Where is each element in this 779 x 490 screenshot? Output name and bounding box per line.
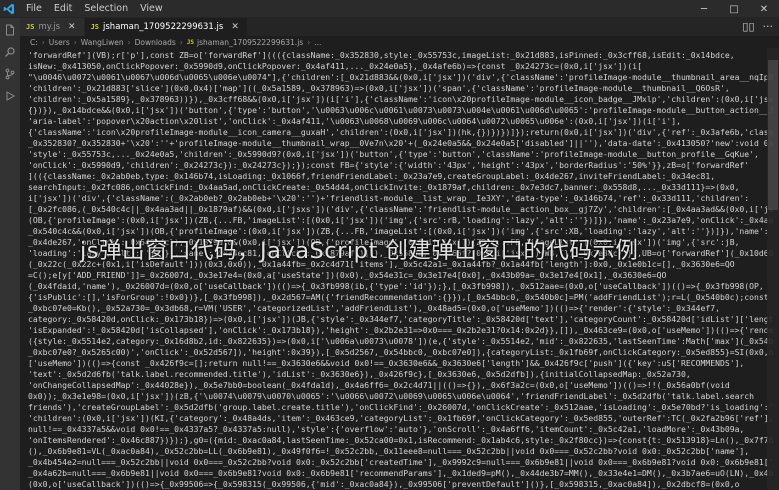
breadcrumb-item[interactable]: Downloads bbox=[135, 38, 176, 47]
tab-jshaman-js[interactable]: JS jshaman_1709522299631.js ✕ bbox=[84, 18, 248, 36]
title-bar: File Edit Selection View ─ □ ✕ bbox=[0, 0, 779, 18]
code-line[interactable]: searchInput:_0x2fc086,onClickFind:_0x4aa… bbox=[28, 182, 773, 193]
tab-bar: JS my.js ✕ JS jshaman_1709522299631.js ✕… bbox=[20, 18, 779, 36]
breadcrumb-item[interactable]: C: bbox=[30, 38, 38, 47]
breadcrumb-item[interactable]: Users bbox=[49, 38, 70, 47]
code-line[interactable]: {'isPublic':[],'isForGroup':!0x0})},[_0x… bbox=[28, 292, 773, 303]
breadcrumb-item[interactable]: jshaman_1709522299631.js bbox=[197, 38, 303, 47]
code-line[interactable]: _0xbc07e0=Kb(),_0x52a730=_0x3db68,r=VM('… bbox=[28, 303, 773, 314]
tab-my-js[interactable]: JS my.js ✕ bbox=[20, 18, 85, 36]
code-line[interactable]: "\u0046\u0072\u0061\u0067\u006d\u0065\u0… bbox=[28, 72, 773, 83]
code-line[interactable]: 'aria-label':'popover\x20action\x20list'… bbox=[28, 116, 773, 127]
breadcrumb-item[interactable]: WangLiwen bbox=[81, 38, 124, 47]
chevron-right-icon: › bbox=[127, 37, 131, 47]
code-line[interactable]: 'forwardRef'](VB);r['p'],const ZB=o['for… bbox=[28, 50, 773, 61]
code-line[interactable]: ](({className:_0x2ab0eb,type:_0x146b74,i… bbox=[28, 171, 773, 182]
code-line[interactable]: 'onClick':_0x5990d9,'children':_0x24273c… bbox=[28, 160, 773, 171]
code-line[interactable]: i['jsx'])('div',{'className':(_0x2ab0eb?… bbox=[28, 193, 773, 204]
maximize-icon[interactable]: □ bbox=[719, 0, 749, 18]
code-line[interactable]: (),_0x6b9e81=VL(_0xac0a84),_0x52c2bb=LL(… bbox=[28, 446, 773, 457]
code-line[interactable]: isNew:_0x413050,onClickPopover:_0x5990d9… bbox=[28, 61, 773, 72]
activity-bar bbox=[0, 18, 20, 490]
run-debug-icon[interactable] bbox=[4, 90, 16, 102]
menu-edit[interactable]: Edit bbox=[48, 0, 78, 18]
explorer-icon[interactable] bbox=[4, 24, 16, 36]
menu-view[interactable]: View bbox=[134, 0, 169, 18]
code-line[interactable]: =C();e[y['ADD_FRIEND']]=_0x26007d,_0x3e1… bbox=[28, 270, 773, 281]
code-line[interactable]: ['useMemo'])(()=>{const _0x426f9c=[];ret… bbox=[28, 358, 773, 369]
tab-label: jshaman_1709522299631.js bbox=[103, 22, 224, 32]
more-actions-icon[interactable]: ··· bbox=[763, 18, 774, 36]
scrollbar-thumb[interactable] bbox=[768, 60, 778, 210]
menu-bar: File Edit Selection View bbox=[20, 0, 169, 18]
code-line[interactable]: category:_0x58420d,onClick:_0x173b18})=>… bbox=[28, 314, 773, 325]
minimize-icon[interactable]: ─ bbox=[689, 0, 719, 18]
code-line[interactable]: {'className':'icon\x20profileImage-modul… bbox=[28, 127, 773, 138]
code-line[interactable]: 'onItemsRendered':_0x46c887})});},g0=({m… bbox=[28, 435, 773, 446]
breadcrumb-item[interactable]: ... bbox=[314, 38, 321, 47]
overlay-caption: js弹出窗口代码，JavaScript 创建弹出窗口的代码示例 bbox=[80, 238, 639, 264]
code-line[interactable]: _0x4b454e2=null===_0x52c2bb||void 0x0===… bbox=[28, 457, 773, 468]
split-editor-icon[interactable]: ▯▯ bbox=[742, 18, 754, 36]
code-line[interactable]: _0x4a62b=null===_0x6b9e81||void 0x0===_0… bbox=[28, 468, 773, 479]
code-line[interactable]: 'onChangeCollapsedMap':_0x44028e}),_0x5e… bbox=[28, 380, 773, 391]
code-line[interactable]: ({style:_0x5514e2,category:_0x16d8b2,id:… bbox=[28, 336, 773, 347]
breadcrumb: C: › Users › WangLiwen › Downloads › JS … bbox=[20, 36, 779, 48]
code-line[interactable]: (0x0,o['useCallback'])(()=>{_0x99506=>{_… bbox=[28, 479, 773, 490]
code-line[interactable]: null!==_0x4337a5&&void 0x0!==_0x4337a5?_… bbox=[28, 424, 773, 435]
code-line[interactable]: [_0x2fc086,(_0x540c4c||_0x4aa3ad||_0x187… bbox=[28, 204, 773, 215]
code-line[interactable]: 'children':_0x5a1589},_0x378963))}),_0x3… bbox=[28, 94, 773, 105]
code-line[interactable]: (_0x4fdaid,'name'),_0x26007d=(0x0,o['use… bbox=[28, 281, 773, 292]
chevron-right-icon: › bbox=[307, 37, 311, 47]
code-line[interactable]: 'children':(0x0,i['jsx'])(KI,{'category'… bbox=[28, 413, 773, 424]
editor-actions: ▯▯ ··· bbox=[734, 18, 779, 36]
chevron-right-icon: › bbox=[73, 37, 77, 47]
close-icon[interactable]: ✕ bbox=[68, 22, 76, 32]
code-line[interactable]: 0x0));_0x3e1e98=(0x0,i['jsx'])(zB,{'\u00… bbox=[28, 391, 773, 402]
search-icon[interactable] bbox=[4, 46, 16, 58]
close-window-icon[interactable]: ✕ bbox=[749, 0, 779, 18]
code-line[interactable]: _0xbc07e0?_0x5265c00)','onClick':_0x52d5… bbox=[28, 347, 773, 358]
code-line[interactable]: 'children':_0x21d883['slice'](0x0,0x4)['… bbox=[28, 83, 773, 94]
javascript-file-icon: JS bbox=[186, 38, 195, 46]
close-icon[interactable]: ✕ bbox=[231, 22, 239, 32]
code-line[interactable]: 'style':_0x55753c,..._0x24e0a5,'children… bbox=[28, 149, 773, 160]
menu-selection[interactable]: Selection bbox=[78, 0, 134, 18]
javascript-file-icon: JS bbox=[90, 23, 100, 31]
javascript-file-icon: JS bbox=[26, 23, 35, 31]
code-line[interactable]: _0x352830?_0x352830+'\x20':''+'profileIm… bbox=[28, 138, 773, 149]
code-line[interactable]: friends'),'createGroupLabel':_0x5d2dfb('… bbox=[28, 402, 773, 413]
code-line[interactable]: {})}),_0x14bdce&&(0x0,i['jsx'])('button'… bbox=[28, 105, 773, 116]
code-editor[interactable]: 'forwardRef'](VB);r['p'],const ZB=o['for… bbox=[20, 48, 779, 490]
code-line[interactable]: 'text':_0x5d2d6fb('talk.label.recommende… bbox=[28, 369, 773, 380]
source-control-icon[interactable] bbox=[4, 68, 16, 80]
code-line[interactable]: (OB,{'profileImage':(0x0,i['jsx'])(ZB,{.… bbox=[28, 215, 773, 226]
chevron-right-icon: › bbox=[41, 37, 45, 47]
vscode-logo-icon[interactable] bbox=[3, 3, 15, 15]
menu-file[interactable]: File bbox=[20, 0, 48, 18]
chevron-right-icon: › bbox=[179, 37, 183, 47]
code-line[interactable]: 'isExpanded':!_0x58420d['isCollapsed'],'… bbox=[28, 325, 773, 336]
window-controls: ─ □ ✕ bbox=[689, 0, 779, 18]
tab-label: my.js bbox=[38, 22, 61, 32]
